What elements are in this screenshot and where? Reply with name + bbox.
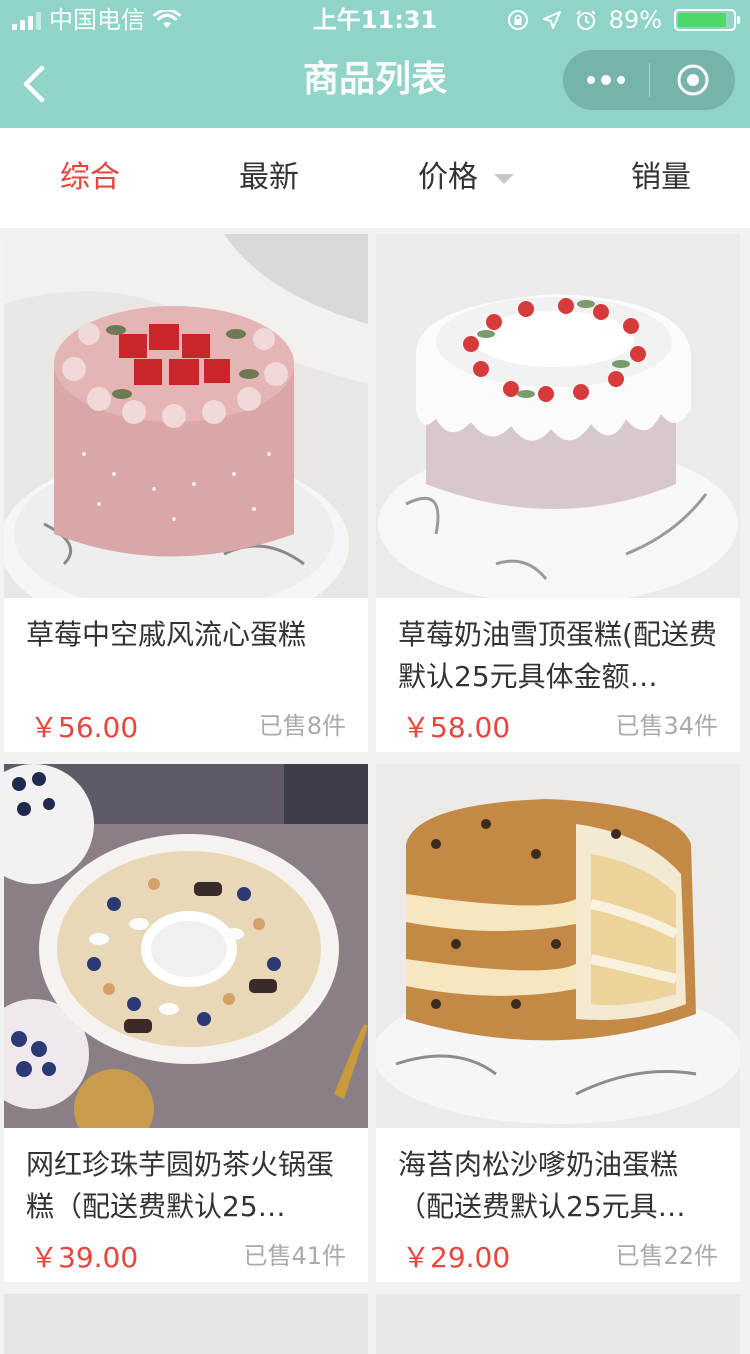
battery-icon [674, 9, 740, 31]
product-card[interactable]: 海苔肉松沙嗲奶油蛋糕（配送费默认25元具… ￥29.00 已售22件 [376, 764, 740, 1282]
tab-label: 综合 [60, 160, 120, 195]
product-title: 草莓奶油雪顶蛋糕(配送费默认25元具体金额… [398, 618, 717, 693]
nav-bar: 商品列表 [0, 40, 750, 128]
product-title: 网红珍珠芋圆奶茶火锅蛋糕（配送费默认25… [26, 1148, 335, 1223]
product-price: ￥29.00 [402, 1241, 511, 1274]
tab-label: 最新 [239, 160, 299, 195]
product-card[interactable] [376, 1294, 740, 1354]
more-options-button[interactable] [563, 50, 649, 110]
product-image[interactable] [4, 1294, 368, 1354]
product-image[interactable] [376, 1294, 740, 1354]
tab-label: 价格 [418, 160, 478, 195]
alarm-icon [575, 10, 596, 30]
pork-floss-cake-image[interactable] [376, 764, 740, 1128]
sort-arrow-icon [494, 173, 514, 184]
product-card[interactable]: 网红珍珠芋圆奶茶火锅蛋糕（配送费默认25… ￥39.00 已售41件 [4, 764, 368, 1282]
product-card[interactable]: 草莓中空戚风流心蛋糕 ￥56.00 已售8件 [4, 234, 368, 752]
product-card[interactable] [4, 1294, 368, 1354]
product-sold-count: 已售8件 [258, 712, 346, 740]
product-title: 草莓中空戚风流心蛋糕 [26, 618, 307, 651]
status-right: 89% [507, 0, 740, 40]
dot-icon [617, 76, 625, 84]
tab-comprehensive[interactable]: 综合 [60, 128, 120, 228]
product-sold-count: 已售22件 [615, 1242, 718, 1270]
app-header: 中国电信 上午11:31 89% 商品列表 [0, 0, 750, 128]
bubble-tea-hotpot-cake-image[interactable] [4, 764, 368, 1128]
battery-percent: 89% [608, 6, 662, 34]
tab-price[interactable]: 价格 [418, 128, 514, 228]
product-sold-count: 已售41件 [243, 1242, 346, 1270]
pink-strawberry-cake-image[interactable] [4, 234, 368, 598]
tab-label: 销量 [631, 160, 691, 195]
product-price: ￥58.00 [402, 711, 511, 744]
target-circle-icon [677, 64, 708, 96]
location-icon [542, 11, 561, 29]
product-card[interactable]: 草莓奶油雪顶蛋糕(配送费默认25元具体金额… ￥58.00 已售34件 [376, 234, 740, 752]
status-bar: 中国电信 上午11:31 89% [0, 0, 750, 40]
tab-sales[interactable]: 销量 [631, 128, 691, 228]
product-sold-count: 已售34件 [615, 712, 718, 740]
filter-bar: 综合 最新 价格 销量 [0, 128, 750, 228]
dot-icon [601, 75, 611, 85]
close-mini-program-button[interactable] [650, 50, 735, 110]
rotation-lock-icon [507, 10, 528, 30]
strawberry-cream-cake-image[interactable] [376, 234, 740, 598]
product-price: ￥56.00 [30, 711, 139, 744]
dot-icon [587, 76, 595, 84]
mini-program-capsule [563, 50, 735, 110]
tab-newest[interactable]: 最新 [239, 128, 299, 228]
product-price: ￥39.00 [30, 1241, 139, 1274]
product-title: 海苔肉松沙嗲奶油蛋糕（配送费默认25元具… [398, 1148, 686, 1223]
